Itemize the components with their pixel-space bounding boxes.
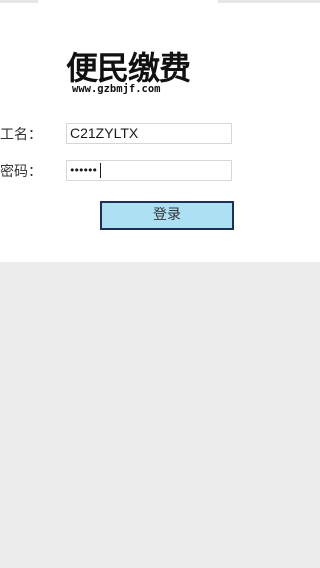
logo: 便民缴费 www.gzbmjf.com xyxy=(66,50,202,98)
password-value: •••••• xyxy=(69,164,98,177)
logo-title: 便民缴费 xyxy=(66,49,191,87)
password-field[interactable]: •••••• xyxy=(66,160,232,181)
login-panel: 便民缴费 www.gzbmjf.com 工名： C21ZYLTX 密码： •••… xyxy=(0,3,320,262)
password-label: 密码： xyxy=(0,164,42,180)
text-cursor xyxy=(100,163,101,178)
username-label: 工名： xyxy=(0,127,42,143)
username-value: C21ZYLTX xyxy=(70,125,139,141)
username-field[interactable]: C21ZYLTX xyxy=(66,123,232,144)
login-button[interactable]: 登录 xyxy=(100,201,234,230)
logo-url: www.gzbmjf.com xyxy=(72,83,161,95)
